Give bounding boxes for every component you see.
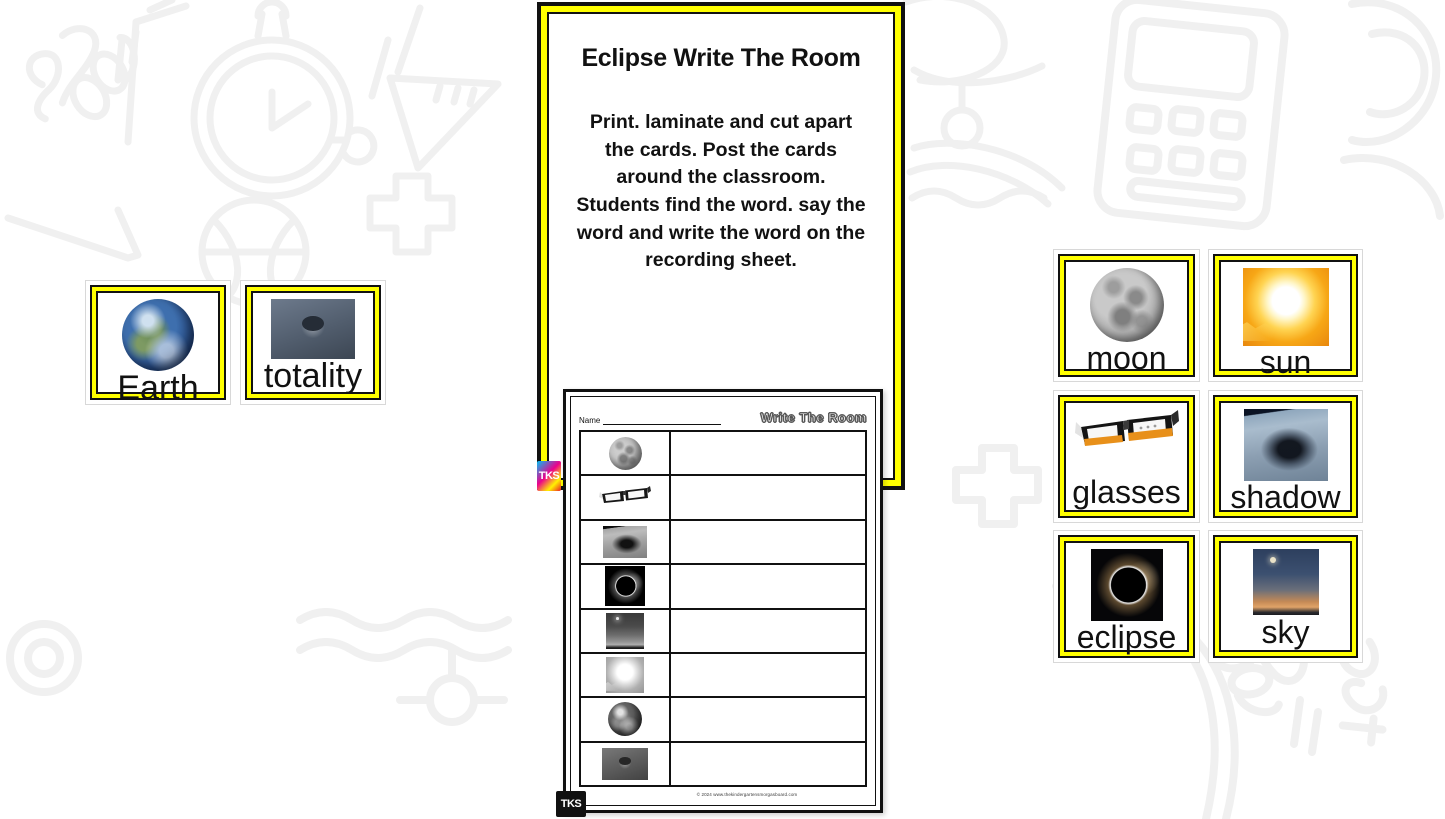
- row-write-area[interactable]: [671, 654, 865, 696]
- card-image-bright-sun: [1242, 268, 1329, 346]
- tks-logo-badge-black: TKS: [556, 791, 586, 817]
- table-row: [581, 698, 865, 743]
- row-image-full-moon: [581, 432, 671, 475]
- eclipse-glasses-icon: [599, 485, 651, 503]
- card-face: moon: [1064, 260, 1189, 376]
- card-face: sky: [1219, 541, 1352, 652]
- card-face: eclipse: [1064, 541, 1189, 655]
- copyright-text: © 2024 www.thekindergartensmorgasboard.c…: [696, 791, 798, 797]
- worksheet-face: Name Write The Room © 2024 www.thekinder…: [570, 396, 876, 806]
- title-card-instructions: Print. laminate and cut apart the cards.…: [576, 111, 866, 272]
- row-write-area[interactable]: [671, 698, 865, 740]
- card-yellow-frame: shadow: [1213, 395, 1358, 518]
- card-word-label: Earth: [117, 369, 199, 407]
- title-card-heading: Eclipse Write The Room: [581, 44, 861, 72]
- row-image-bright-sun: [581, 653, 671, 697]
- word-card-shadow[interactable]: shadow: [1208, 390, 1363, 523]
- card-word-label: glasses: [1072, 474, 1181, 510]
- card-image-earth-shadow: [1243, 409, 1328, 481]
- eclipse-glasses-icon: [1074, 410, 1179, 446]
- name-write-line[interactable]: [603, 415, 722, 425]
- card-yellow-frame: eclipse: [1058, 535, 1195, 658]
- card-face: glasses: [1064, 401, 1189, 512]
- card-yellow-frame: totality: [245, 285, 381, 400]
- word-card-earth[interactable]: Earth: [85, 280, 231, 405]
- card-image-earth-globe: [122, 299, 194, 371]
- worksheet-footer: © 2024 www.thekindergartensmorgasboard.c…: [579, 787, 867, 801]
- card-word-label: sun: [1259, 344, 1312, 380]
- table-row: [581, 742, 865, 787]
- worksheet-header: Name Write The Room: [579, 403, 867, 426]
- table-row: [581, 653, 865, 699]
- row-write-area[interactable]: [671, 432, 865, 474]
- word-card-sun[interactable]: sun: [1208, 249, 1363, 382]
- row-write-area[interactable]: [671, 476, 865, 518]
- card-image-totality-eclipse: [271, 299, 355, 359]
- card-image-full-moon: [1089, 268, 1164, 342]
- row-image-earth-globe: [581, 698, 671, 741]
- row-image-totality: [581, 742, 671, 785]
- row-write-area[interactable]: [671, 521, 865, 563]
- card-face: sun: [1219, 260, 1352, 378]
- card-image-eclipse-glasses: [1074, 409, 1179, 461]
- word-card-moon[interactable]: moon: [1053, 249, 1200, 382]
- card-face: Earth: [96, 291, 220, 405]
- card-yellow-frame: sun: [1213, 254, 1358, 378]
- recording-sheet[interactable]: Name Write The Room © 2024 www.thekinder…: [556, 389, 883, 817]
- name-field-block: Name: [579, 415, 722, 425]
- row-write-area[interactable]: [671, 743, 865, 785]
- row-write-area[interactable]: [671, 565, 865, 607]
- card-word-label: sky: [1261, 614, 1310, 650]
- row-image-total-eclipse: [581, 565, 671, 608]
- tks-badge-text: TKS: [560, 798, 582, 810]
- word-card-sky[interactable]: sky: [1208, 530, 1363, 663]
- row-write-area[interactable]: [671, 610, 865, 652]
- card-word-label: totality: [263, 357, 363, 395]
- word-card-eclipse[interactable]: eclipse: [1053, 530, 1200, 663]
- card-word-label: moon: [1086, 340, 1167, 376]
- card-yellow-frame: glasses: [1058, 395, 1195, 518]
- name-label: Name: [579, 416, 601, 425]
- card-yellow-frame: moon: [1058, 254, 1195, 377]
- card-yellow-frame: sky: [1213, 535, 1358, 658]
- table-row: [581, 609, 865, 654]
- table-row: [581, 565, 865, 610]
- worksheet-title: Write The Room: [760, 410, 867, 426]
- row-image-earth-shadow: [581, 520, 671, 564]
- card-image-total-eclipse: [1090, 549, 1163, 621]
- tks-badge-text: TKS: [538, 470, 560, 482]
- card-word-label: eclipse: [1076, 619, 1177, 655]
- card-face: totality: [251, 291, 375, 394]
- word-card-glasses[interactable]: glasses: [1053, 390, 1200, 523]
- table-row: [581, 476, 865, 521]
- card-face: shadow: [1219, 401, 1352, 515]
- row-image-twilight-sky: [581, 609, 671, 652]
- card-image-twilight-sky: [1252, 549, 1319, 615]
- word-card-totality[interactable]: totality: [240, 280, 386, 405]
- card-word-label: shadow: [1230, 479, 1341, 515]
- worksheet-table: [579, 430, 867, 787]
- table-row: [581, 520, 865, 566]
- table-row: [581, 432, 865, 477]
- row-image-eclipse-glasses: [581, 476, 671, 519]
- tks-logo-badge-color: TKS: [537, 461, 561, 491]
- card-yellow-frame: Earth: [90, 285, 226, 405]
